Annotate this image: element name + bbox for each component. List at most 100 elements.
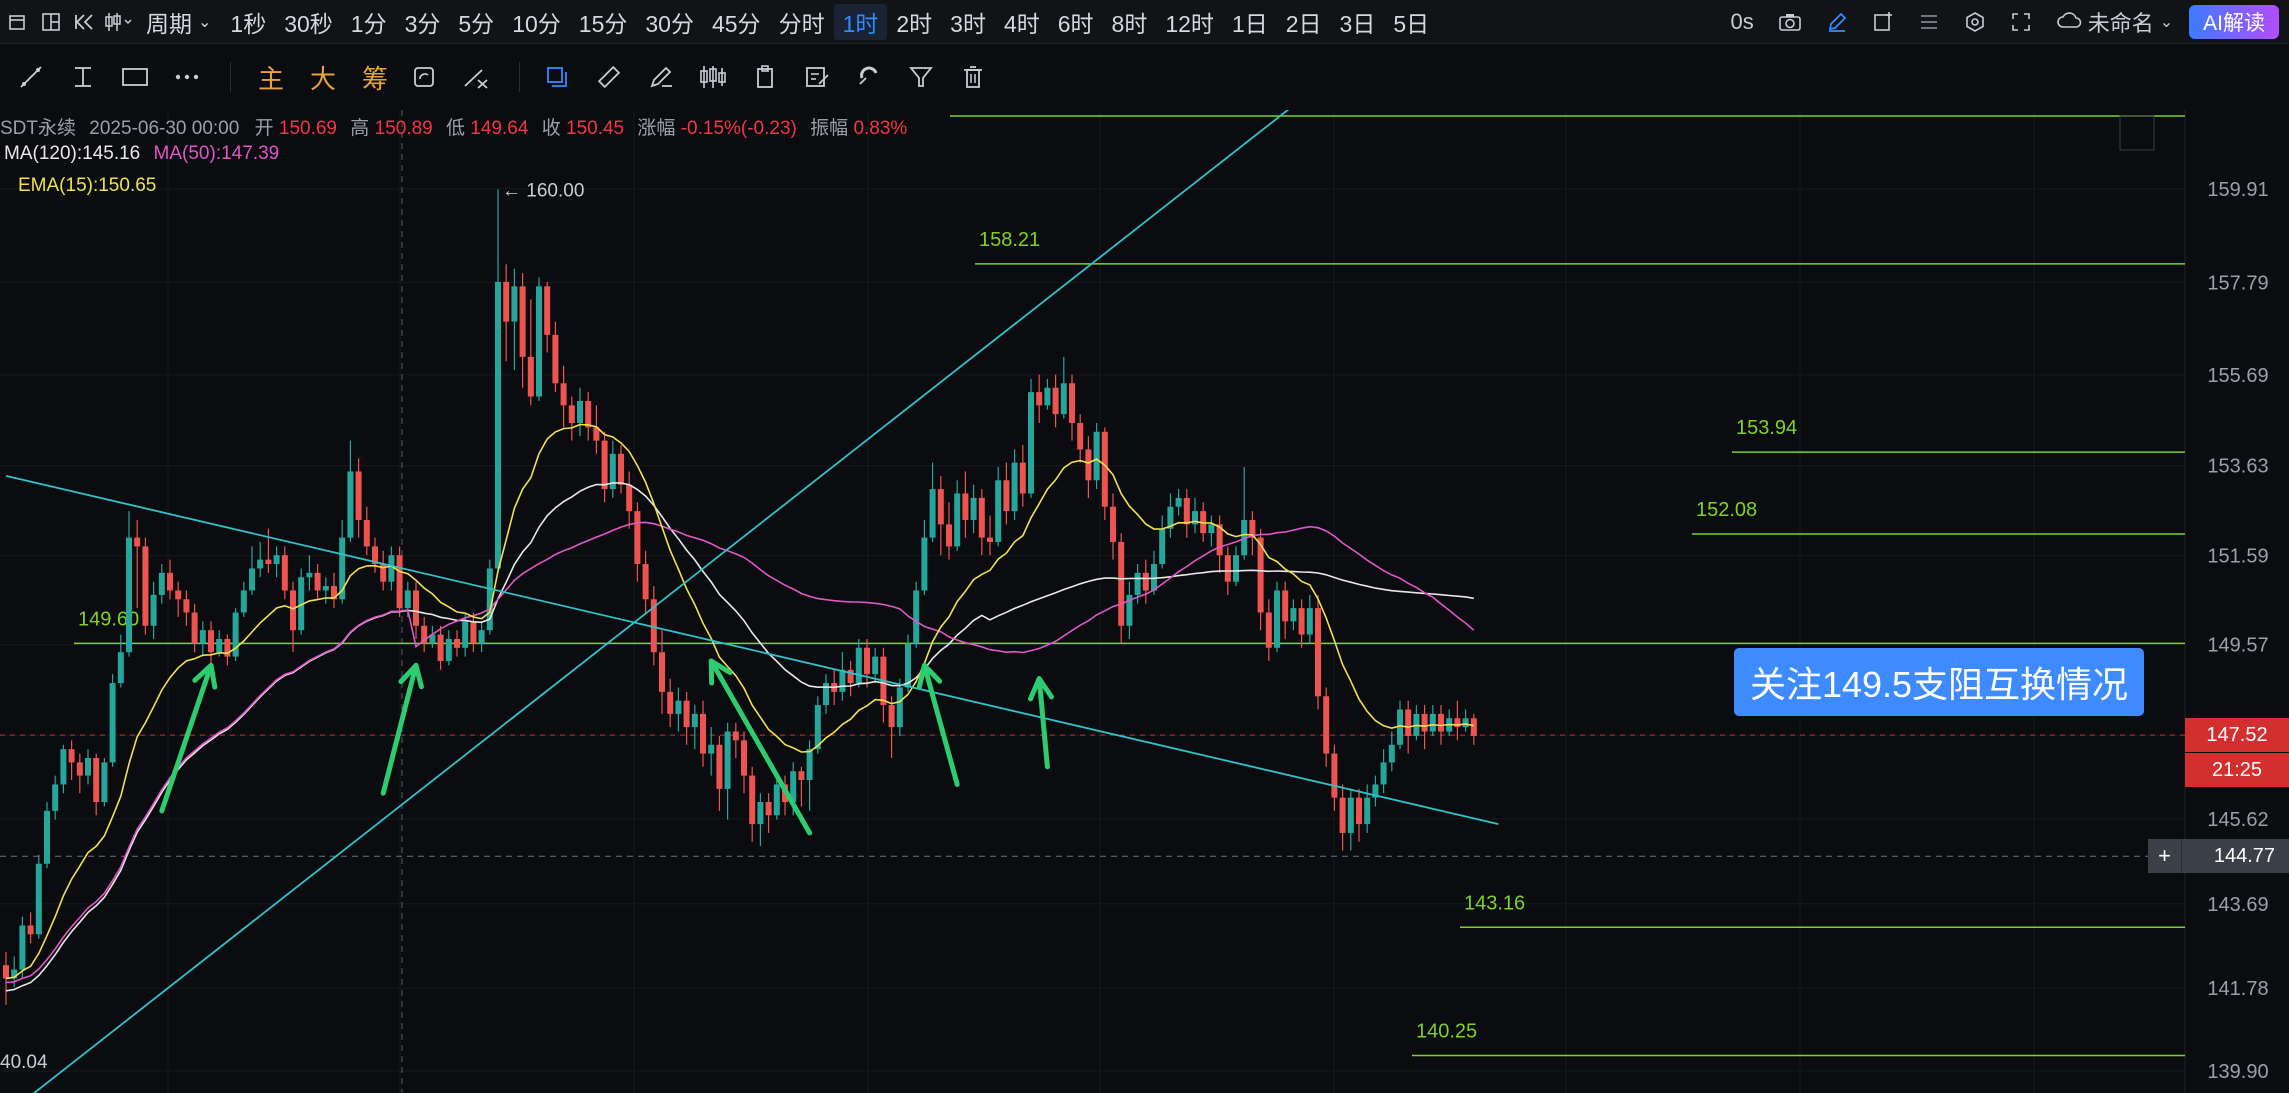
rectangle-tool-icon[interactable] [112, 54, 158, 100]
candle-body [1298, 608, 1305, 635]
text-tool-icon[interactable] [60, 54, 106, 100]
layout-name-dropdown[interactable]: 未命名 ⌄ [2044, 0, 2185, 44]
indicator-icon[interactable] [690, 54, 736, 100]
copy-drawing-icon[interactable] [534, 54, 580, 100]
timeframe-button[interactable]: 15分 [570, 4, 637, 40]
more-icon[interactable] [164, 54, 210, 100]
add-indicator-icon[interactable] [1860, 0, 1906, 44]
candle-body [642, 564, 649, 600]
candle-body [560, 383, 567, 406]
candle-body [35, 863, 42, 935]
layout-grid-icon[interactable] [34, 0, 68, 44]
timeframe-button[interactable]: 1秒 [221, 4, 275, 40]
candle-body [413, 590, 419, 626]
candle-body [855, 647, 862, 684]
candle-body [921, 537, 928, 591]
candle-body [306, 572, 313, 578]
chart-annotation-label[interactable]: 关注149.5支阻互换情况 [1734, 648, 2144, 716]
drawing-toolbar: 主 大 筹 [0, 44, 2289, 110]
timeframe-button[interactable]: 8时 [1103, 4, 1157, 40]
price-chart[interactable]: 159.91 157.79 155.69 153.63 151.59 149.57 147.… [0, 110, 2289, 1093]
candle-type-icon[interactable] [102, 0, 136, 44]
settings-icon[interactable] [1952, 0, 1998, 44]
timeframe-button[interactable]: 10分 [503, 4, 570, 40]
chip-button[interactable]: 筹 [349, 59, 401, 96]
timeframe-button[interactable]: 12时 [1156, 4, 1223, 40]
candle-body [872, 656, 879, 675]
candle-body [44, 810, 50, 864]
timeframe-button[interactable]: 30秒 [275, 4, 342, 40]
hide-drawing-icon[interactable] [453, 54, 499, 100]
filter-icon[interactable] [898, 54, 944, 100]
timeframe-button[interactable]: 2时 [887, 4, 941, 40]
candle-body [216, 638, 223, 653]
candle-body [1306, 608, 1313, 635]
candle-body [126, 537, 132, 653]
candle-body [544, 286, 551, 335]
edit-note-icon[interactable] [794, 54, 840, 100]
timeframe-button[interactable]: 分时 [770, 4, 834, 40]
timeframe-button[interactable]: 1分 [342, 4, 396, 40]
candle-body [1019, 462, 1026, 494]
big-order-button[interactable]: 大 [297, 59, 349, 96]
pen-icon[interactable] [1814, 0, 1860, 44]
ruler-icon[interactable] [586, 54, 632, 100]
candle-body [1233, 555, 1239, 582]
timeframe-button[interactable]: 30分 [636, 4, 703, 40]
candle-body [1101, 431, 1108, 507]
candle-body [1470, 718, 1477, 736]
candle-body [552, 334, 559, 384]
y-axis-tick-label: 153.63 [2207, 456, 2268, 478]
magnet-icon[interactable] [846, 54, 892, 100]
trend-line-tool-icon[interactable] [8, 54, 54, 100]
candle-body [511, 286, 518, 322]
timeframe-button[interactable]: 3时 [941, 4, 995, 40]
candle-body [757, 802, 764, 825]
camera-icon[interactable] [1766, 0, 1814, 44]
candle-body [1110, 506, 1116, 542]
chevron-down-icon: ⌄ [198, 13, 212, 31]
expand-icon [2119, 115, 2155, 151]
change-label: 涨幅 [637, 118, 676, 139]
top-toolbar-right: 0s 未命名 ⌄ AI解读 [1718, 0, 2289, 44]
candle-body [265, 559, 272, 565]
timeframe-button[interactable]: 4时 [995, 4, 1049, 40]
timeframe-button[interactable]: 1日 [1223, 4, 1277, 40]
y-axis-tick-label: 141.78 [2207, 978, 2268, 1000]
fullscreen-icon[interactable] [1998, 0, 2044, 44]
arrow-shaft [159, 662, 214, 814]
timeframe-button[interactable]: 5日 [1384, 4, 1438, 40]
candle-body [749, 775, 756, 825]
trash-icon[interactable] [950, 54, 996, 100]
bar-datetime: 2025-06-30 00:00 [89, 118, 240, 139]
candle-body [577, 400, 583, 423]
timeframe-button[interactable]: 2日 [1277, 4, 1331, 40]
candle-body [249, 568, 255, 591]
period-dropdown[interactable]: 周期 ⌄ [136, 0, 221, 44]
candle-body [659, 652, 665, 692]
timeframe-button[interactable]: 3分 [396, 4, 450, 40]
rewind-icon[interactable] [68, 0, 102, 44]
plus-icon[interactable]: + [2148, 839, 2182, 874]
open-value: 150.69 [278, 118, 338, 139]
candle-body [1462, 718, 1469, 728]
toolbar-divider [519, 62, 520, 92]
period-label: 周期 [146, 10, 192, 37]
clipboard-icon[interactable] [742, 54, 788, 100]
main-force-button[interactable]: 主 [245, 59, 297, 96]
change-value: -0.15%(-0.23) [680, 118, 797, 139]
brush-icon[interactable] [638, 54, 684, 100]
list-icon[interactable] [1906, 0, 1952, 44]
timeframe-button[interactable]: 1时 [833, 3, 888, 40]
candle-body [1175, 497, 1182, 507]
candlestick-chart-canvas[interactable]: 159.91 157.79 155.69 153.63 151.59 149.57 147.… [0, 110, 2289, 1093]
calendar-icon[interactable] [0, 0, 34, 44]
timeframe-button[interactable]: 3日 [1331, 4, 1385, 40]
sync-drawing-icon[interactable] [401, 54, 447, 100]
timeframe-button[interactable]: 6时 [1049, 4, 1103, 40]
candle-body [1183, 497, 1190, 525]
ai-explain-button[interactable]: AI解读 [2189, 5, 2279, 39]
timeframe-button[interactable]: 5分 [449, 4, 503, 40]
candle-body [1315, 608, 1321, 697]
timeframe-button[interactable]: 45分 [703, 4, 770, 40]
